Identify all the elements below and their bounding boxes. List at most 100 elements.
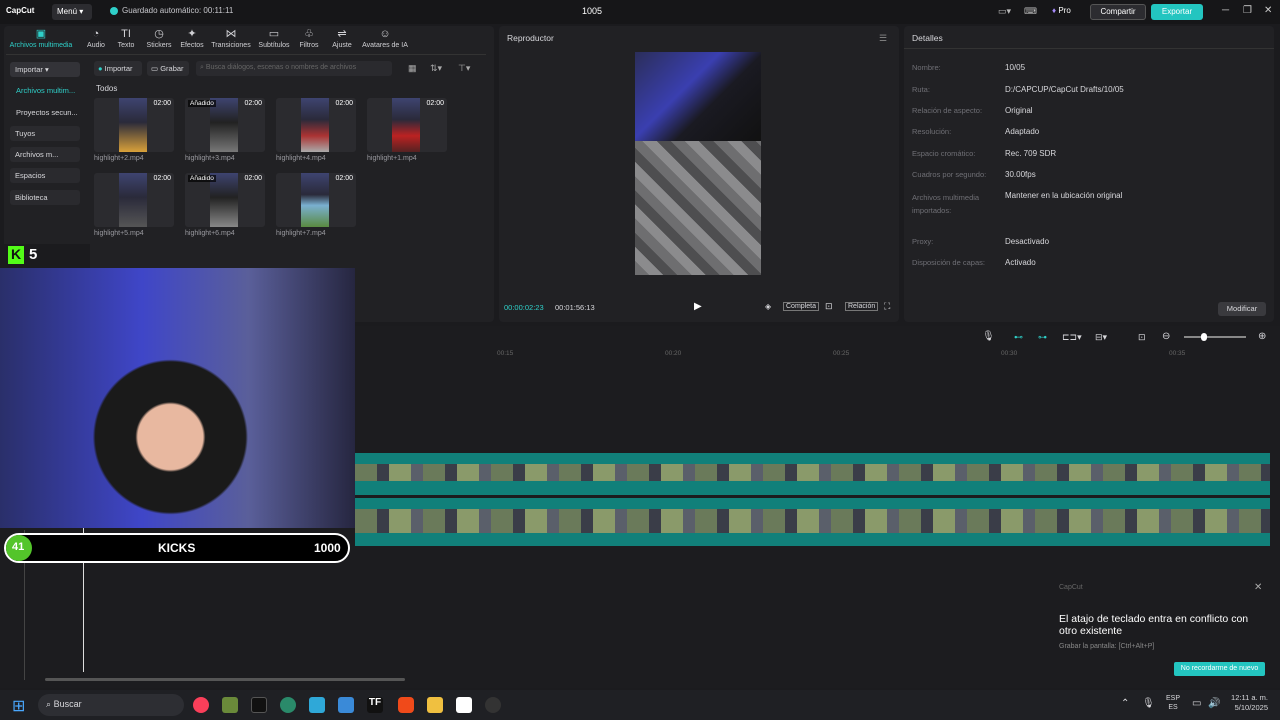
shortcut-icon[interactable]: ⌨ (1024, 6, 1037, 17)
kicks-goal: 1000 (314, 541, 341, 555)
autosave-status: Guardado automático: 00:11:11 (110, 6, 233, 15)
modify-button[interactable]: Modificar (1218, 302, 1266, 316)
sidebar-item-media[interactable]: Archivos multim... (16, 86, 75, 95)
clock-time: 12:11 a. m. (1231, 693, 1268, 702)
filter-sort-icon[interactable]: ⊤▾ (458, 63, 470, 74)
minimize-icon[interactable]: ─ (1222, 5, 1229, 16)
sidebar-item-library[interactable]: Biblioteca (10, 190, 80, 205)
app-icon[interactable] (280, 697, 296, 713)
media-item[interactable]: Añadido 02:00 highlight+6.mp4 (185, 173, 265, 237)
detail-key: Espacio cromático: (912, 149, 976, 158)
language-indicator[interactable]: ESP ES (1166, 694, 1180, 712)
split-icon[interactable]: ⊏⊐▾ (1062, 332, 1082, 343)
menu-button[interactable]: Menú ▾ (52, 4, 92, 20)
pro-badge[interactable]: ♦ Pro (1052, 6, 1071, 15)
media-item[interactable]: 02:00 highlight+5.mp4 (94, 173, 174, 237)
mic-icon[interactable]: 🎙 (982, 331, 995, 342)
divider (904, 48, 1274, 49)
tool-ai-avatars[interactable]: ☺ Avatares de IA (358, 28, 412, 49)
zoom-slider-handle[interactable] (1201, 333, 1207, 341)
store-icon[interactable] (338, 697, 354, 713)
sidebar-item-yours[interactable]: Tuyos (10, 126, 80, 141)
minecraft-icon[interactable] (222, 697, 238, 713)
caption-icon[interactable]: ⊡ (1138, 332, 1146, 343)
full-button[interactable]: Completa (783, 302, 819, 311)
media-item[interactable]: 02:00 highlight+1.mp4 (367, 98, 447, 162)
duration: 02:00 (335, 100, 353, 107)
export-button[interactable]: Exportar (1151, 4, 1203, 20)
app-icon[interactable] (485, 697, 501, 713)
detail-value: Original (1005, 106, 1033, 115)
play-icon[interactable]: ▶ (694, 301, 702, 312)
maximize-icon[interactable]: ❐ (1243, 5, 1252, 16)
grid-view-icon[interactable]: ▦ (408, 63, 417, 74)
music-app-icon[interactable] (193, 697, 209, 713)
app-icon[interactable]: TF (367, 697, 383, 713)
clock[interactable]: 12:11 a. m. 5/10/2025 (1228, 693, 1268, 713)
network-icon[interactable]: ▭ (1192, 698, 1201, 709)
folder-icon[interactable] (427, 697, 443, 713)
tick-label: 00:20 (665, 350, 682, 357)
sidebar-item-files[interactable]: Archivos m... (10, 147, 80, 162)
media-item[interactable]: Añadido 02:00 highlight+3.mp4 (185, 98, 265, 162)
windows-start-icon[interactable]: ⊞ (12, 696, 25, 716)
magnet-icon[interactable]: ⊶ (1038, 332, 1047, 343)
sidebar-item-import[interactable]: Importar ▾ (10, 62, 80, 77)
duration: 02:00 (153, 175, 171, 182)
detail-value: Adaptado (1005, 127, 1040, 136)
zoom-out-icon[interactable]: ⊖ (1162, 331, 1170, 342)
media-item[interactable]: 02:00 highlight+2.mp4 (94, 98, 174, 162)
media-icon: ▣ (35, 28, 47, 40)
record-button[interactable]: ▭ Grabar (147, 61, 189, 76)
detail-value: Rec. 709 SDR (1005, 149, 1057, 158)
mic-icon[interactable]: 🎙 (1142, 698, 1155, 709)
app-logo: CapCut (6, 6, 35, 15)
sort-icon[interactable]: ⇅▾ (430, 63, 442, 74)
tool-effects[interactable]: ✦ Efectos (170, 28, 214, 49)
import-button[interactable]: ● Importar (94, 61, 142, 76)
media-item[interactable]: 02:00 highlight+7.mp4 (276, 173, 356, 237)
menu-lines-icon[interactable]: ☰ (879, 33, 887, 44)
media-name: highlight+5.mp4 (94, 230, 144, 237)
media-item[interactable]: 02:00 highlight+4.mp4 (276, 98, 356, 162)
volume-icon[interactable]: ◈ (765, 302, 771, 311)
dont-remind-button[interactable]: No recordarme de nuevo (1174, 662, 1265, 676)
detail-value: 30.00fps (1005, 170, 1036, 179)
diamond-icon: ♦ (1052, 6, 1057, 15)
zoom-slider[interactable] (1184, 336, 1246, 338)
effects-icon: ✦ (187, 28, 197, 40)
crop-icon[interactable]: ⊡ (825, 301, 833, 312)
share-button[interactable]: Compartir (1090, 4, 1146, 20)
media-name: highlight+3.mp4 (185, 155, 235, 162)
tool-transitions[interactable]: ⋈ Transiciones (209, 28, 253, 49)
sidebar-item-label: Espacios (15, 171, 46, 180)
taskbar-search[interactable]: ⌕ Buscar (38, 694, 184, 716)
sidebar-item-spaces[interactable]: Espacios (10, 168, 80, 183)
toast-brand: CapCut (1059, 584, 1083, 591)
speaker-icon[interactable]: 🔊 (1208, 698, 1220, 709)
tick-label: 00:15 (497, 350, 514, 357)
app-icon[interactable] (309, 697, 325, 713)
detail-value: Mantener en la ubicación original (1005, 191, 1123, 200)
link-icon[interactable]: ⊷ (1014, 332, 1023, 343)
tool-media[interactable]: ▣ Archivos multimedia (8, 28, 74, 49)
sidebar-item-projects[interactable]: Proyectos secun... (16, 108, 78, 117)
duration: 02:00 (153, 100, 171, 107)
capcut-icon[interactable] (456, 697, 472, 713)
sidebar-item-label: Importar (15, 65, 43, 74)
search-icon: ⌕ (46, 699, 52, 709)
tool-label: Efectos (180, 42, 204, 49)
ratio-button[interactable]: Relación (845, 302, 879, 311)
brave-icon[interactable] (398, 697, 414, 713)
zoom-in-icon[interactable]: ⊕ (1258, 331, 1266, 342)
close-icon[interactable]: ✕ (1264, 5, 1272, 16)
fullscreen-icon[interactable]: ⛶ (884, 301, 890, 312)
app-icon[interactable] (251, 697, 267, 713)
search-input[interactable]: ⌕ Busca diálogos, escenas o nombres de a… (196, 61, 392, 76)
toast-close-icon[interactable]: ✕ (1254, 582, 1262, 593)
preview-axis-icon[interactable]: ⊟▾ (1095, 332, 1107, 343)
horizontal-scrollbar[interactable] (45, 678, 405, 681)
plus-icon: ● (98, 64, 103, 73)
layout-icon[interactable]: ▭▾ (998, 6, 1011, 17)
chevron-up-icon[interactable]: ⌃ (1121, 698, 1129, 709)
